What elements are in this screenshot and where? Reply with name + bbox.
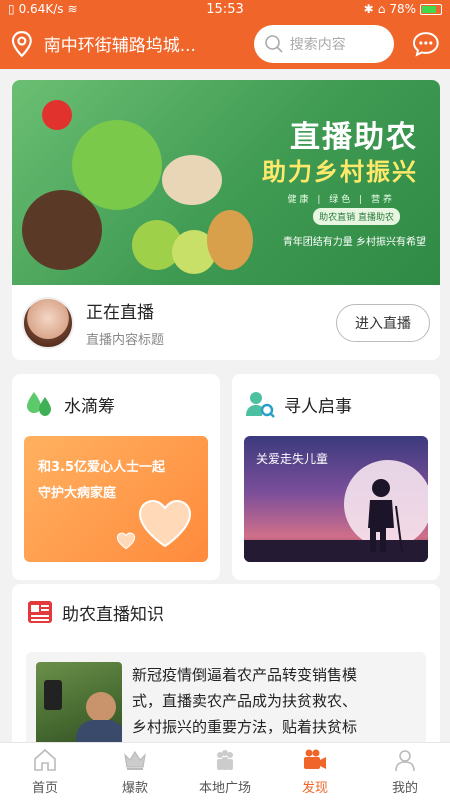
- crown-icon: [124, 750, 146, 770]
- tab-discover[interactable]: 发现: [270, 743, 360, 800]
- live-status-title: 正在直播: [86, 302, 154, 323]
- news-icon: [28, 601, 52, 623]
- location-text[interactable]: 南中环街辅路坞城...: [44, 31, 244, 56]
- child-silhouette-icon: [368, 479, 403, 553]
- person-search-icon: [246, 392, 275, 418]
- knowledge-title: 助农直播知识: [62, 604, 164, 625]
- article-image: [36, 662, 122, 754]
- tab-home[interactable]: 首页: [0, 743, 90, 800]
- tab-mine[interactable]: 我的: [360, 743, 450, 800]
- water-card-image[interactable]: 和3.5亿爱心人士一起 守护大病家庭: [24, 436, 208, 562]
- tab-hot[interactable]: 爆款: [90, 743, 180, 800]
- tomato-shape: [42, 100, 72, 130]
- live-content-title: 直播内容标题: [86, 332, 165, 348]
- banner-subtitle: 助力乡村振兴: [262, 158, 418, 186]
- article-line: 新冠疫情倒逼着农产品转变销售模: [132, 666, 358, 684]
- bottom-tab-bar: 首页 爆款 本地广场 发现 我的: [0, 742, 450, 800]
- search-placeholder: 搜索内容: [289, 36, 346, 53]
- tab-label: 爆款: [121, 781, 148, 796]
- article-line: 式，直播卖农产品成为扶贫救农、: [132, 692, 358, 710]
- tab-label: 我的: [391, 781, 418, 796]
- water-card[interactable]: 水滴筹 和3.5亿爱心人士一起 守护大病家庭: [12, 374, 220, 580]
- people-icon: [217, 750, 233, 770]
- live-info: 正在直播 直播内容标题 进入直播: [12, 285, 440, 360]
- article-line: 乡村振兴的重要方法，贴着扶贫标: [132, 718, 358, 736]
- location-pin-icon[interactable]: [10, 30, 34, 58]
- search-input[interactable]: 搜索内容: [253, 24, 395, 63]
- heart-icon: [138, 499, 192, 548]
- banner-badge: 助农直销 直播助农: [313, 208, 400, 225]
- greens-shape: [72, 120, 162, 210]
- tab-label: 发现: [301, 781, 328, 796]
- person-head-shape: [86, 692, 116, 722]
- enter-live-button[interactable]: 进入直播: [336, 303, 430, 342]
- water-card-line1: 和3.5亿爱心人士一起: [38, 460, 166, 475]
- banner-slogan: 青年团结有力量 乡村振兴有希望: [282, 237, 426, 248]
- phone-shape: [44, 680, 62, 710]
- find-card-caption: 关爱走失儿童: [256, 452, 329, 466]
- mushroom-white-shape: [162, 155, 222, 205]
- mushroom-shape: [22, 190, 102, 270]
- home-icon: [34, 748, 56, 771]
- tab-local-square[interactable]: 本地广场: [180, 743, 270, 800]
- message-icon[interactable]: [412, 30, 440, 58]
- avatar: [22, 296, 74, 349]
- tab-label: 首页: [31, 781, 58, 796]
- find-card-image[interactable]: 关爱走失儿童: [244, 436, 428, 562]
- water-drop-icon: [27, 392, 51, 416]
- live-banner[interactable]: 直播助农 助力乡村振兴 健康 | 绿色 | 营养 助农直销 直播助农 青年团结有…: [12, 80, 440, 285]
- profile-icon: [395, 750, 415, 772]
- video-camera-icon: [304, 749, 326, 769]
- status-time: 15:53: [206, 1, 244, 17]
- banner-title: 直播助农: [290, 120, 418, 155]
- small-heart-icon: [116, 532, 136, 550]
- tab-label: 本地广场: [198, 781, 251, 796]
- battery-icon: [420, 3, 442, 15]
- search-icon: [264, 34, 283, 53]
- water-card-line2: 守护大病家庭: [38, 486, 117, 501]
- find-card[interactable]: 寻人启事 关爱走失儿童: [232, 374, 440, 580]
- water-card-title: 水滴筹: [64, 396, 115, 417]
- top-bar: ▯ 0.64K/s ≋ 15:53 ✱ ⌂ 78% 南中环街辅路坞城... 搜索…: [0, 0, 450, 69]
- live-card[interactable]: 直播助农 助力乡村振兴 健康 | 绿色 | 营养 助农直销 直播助农 青年团结有…: [12, 80, 440, 360]
- article-text: 新冠疫情倒逼着农产品转变销售模 式，直播卖农产品成为扶贫救农、 乡村振兴的重要方…: [132, 662, 357, 752]
- header: 南中环街辅路坞城... 搜索内容: [0, 18, 450, 69]
- status-bar: ▯ 0.64K/s ≋ 15:53 ✱ ⌂ 78%: [0, 0, 450, 18]
- potato-shape: [207, 210, 253, 270]
- knowledge-card: 助农直播知识 新冠疫情倒逼着农产品转变销售模 式，直播卖农产品成为扶贫救农、 乡…: [12, 584, 440, 762]
- banner-tags: 健康 | 绿色 | 营养: [287, 195, 395, 205]
- find-card-title: 寻人启事: [284, 396, 352, 417]
